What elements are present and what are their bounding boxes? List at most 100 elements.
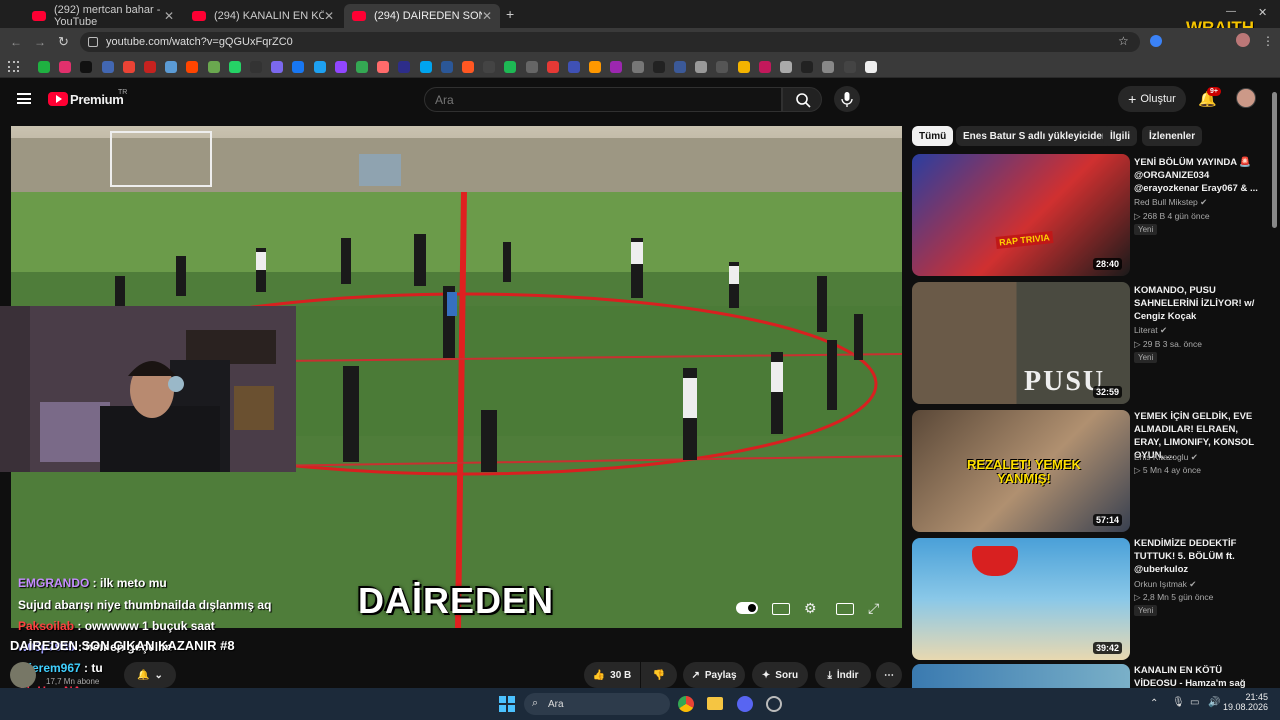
- apps-grid-icon[interactable]: [8, 61, 19, 72]
- bookmark-favicon-icon[interactable]: [758, 61, 771, 73]
- rec-title-4[interactable]: KENDİMİZE DEDEKTİF TUTTUK! 5. BÖLÜM ft. …: [1134, 537, 1262, 576]
- youtube-logo-icon[interactable]: [48, 92, 68, 106]
- bookmark-favicon-icon[interactable]: [610, 61, 623, 73]
- bookmark-favicon-icon[interactable]: [356, 61, 368, 73]
- rec-thumbnail-2[interactable]: PUSU 32:59: [912, 282, 1130, 404]
- bookmark-favicon-icon[interactable]: [38, 61, 50, 73]
- settings-gear-icon[interactable]: ⚙: [804, 600, 822, 616]
- discord-icon[interactable]: [737, 696, 753, 712]
- taskbar-clock[interactable]: 21:45 19.08.2026: [1223, 692, 1268, 712]
- like-button[interactable]: 👍 30 B: [584, 662, 640, 688]
- channel-avatar[interactable]: [10, 662, 36, 688]
- windows-start-icon[interactable]: [499, 696, 515, 712]
- bookmark-favicon-icon[interactable]: [377, 61, 390, 73]
- rec-channel-4[interactable]: Orkun Işıtmak ✔: [1134, 579, 1196, 590]
- bookmark-favicon-icon[interactable]: [313, 61, 326, 73]
- tray-chevron-up-icon[interactable]: ⌃: [1150, 698, 1158, 709]
- close-tab-icon[interactable]: ✕: [164, 9, 174, 23]
- download-button[interactable]: ⤓ İndir: [815, 662, 871, 688]
- chrome-taskbar-icon[interactable]: [678, 696, 694, 712]
- app-taskbar-icon[interactable]: [766, 696, 782, 712]
- network-icon[interactable]: ▭: [1190, 697, 1199, 708]
- bookmark-favicon-icon[interactable]: [737, 61, 750, 73]
- chip-from-uploader[interactable]: Enes Batur S adlı yükleyiciden: [956, 126, 1116, 146]
- rec-thumbnail-4[interactable]: 39:42: [912, 538, 1130, 660]
- chip-watched[interactable]: İzlenenler: [1142, 126, 1203, 146]
- fullscreen-icon[interactable]: ⤢: [868, 600, 886, 616]
- bookmark-favicon-icon[interactable]: [483, 61, 496, 73]
- bookmark-favicon-icon[interactable]: [207, 61, 220, 73]
- subscription-bell-button[interactable]: 🔔 ⌄: [124, 662, 176, 688]
- site-info-icon[interactable]: [88, 37, 98, 47]
- bookmark-favicon-icon[interactable]: [674, 61, 686, 73]
- bookmark-favicon-icon[interactable]: [80, 61, 93, 73]
- rec-thumbnail-1[interactable]: RAP TRIVIA 28:40: [912, 154, 1130, 276]
- chip-all[interactable]: Tümü: [912, 126, 954, 146]
- bookmark-favicon-icon[interactable]: [419, 61, 432, 73]
- more-actions-button[interactable]: ⋯: [876, 662, 902, 688]
- bookmark-favicon-icon[interactable]: [59, 61, 72, 73]
- bookmark-favicon-icon[interactable]: [398, 61, 411, 73]
- bookmark-favicon-icon[interactable]: [271, 61, 284, 73]
- rec-channel-2[interactable]: Literat ✔: [1134, 325, 1167, 336]
- close-tab-icon[interactable]: ✕: [482, 9, 492, 23]
- dislike-button[interactable]: 👎: [641, 662, 677, 688]
- window-close-button[interactable]: ✕: [1258, 6, 1267, 19]
- hamburger-menu-icon[interactable]: [17, 93, 31, 104]
- bookmark-favicon-icon[interactable]: [843, 61, 856, 73]
- bookmark-favicon-icon[interactable]: [822, 61, 835, 73]
- bookmark-favicon-icon[interactable]: [504, 61, 517, 73]
- bookmark-favicon-icon[interactable]: [250, 61, 262, 73]
- bookmark-favicon-icon[interactable]: [568, 61, 580, 73]
- browser-tab-1[interactable]: (292) mertcan bahar - YouTube ✕: [24, 4, 182, 28]
- address-bar[interactable]: youtube.com/watch?v=gQGUxFqrZC0: [80, 32, 1140, 52]
- theater-mode-icon[interactable]: [836, 603, 854, 615]
- ask-button[interactable]: ✦ Soru: [752, 662, 808, 688]
- bookmark-favicon-icon[interactable]: [652, 61, 665, 73]
- bookmark-favicon-icon[interactable]: [292, 61, 305, 73]
- file-explorer-icon[interactable]: [707, 697, 723, 710]
- search-button[interactable]: [782, 87, 822, 112]
- account-avatar[interactable]: [1236, 88, 1256, 108]
- bookmark-favicon-icon[interactable]: [695, 61, 708, 73]
- bookmark-star-icon[interactable]: ☆: [1118, 34, 1129, 48]
- youtube-premium-logo[interactable]: Premium: [70, 92, 124, 107]
- back-arrow-icon[interactable]: ←: [10, 35, 22, 49]
- bookmark-favicon-icon[interactable]: [462, 61, 474, 73]
- bookmark-favicon-icon[interactable]: [122, 61, 135, 73]
- taskbar-search-box[interactable]: Ara: [524, 693, 670, 715]
- bookmark-favicon-icon[interactable]: [440, 61, 453, 73]
- bookmark-favicon-icon[interactable]: [589, 61, 602, 73]
- rec-channel-3[interactable]: Enis Kirazoglu ✔: [1134, 452, 1198, 463]
- bookmark-favicon-icon[interactable]: [101, 61, 114, 73]
- extension-icon[interactable]: [1150, 35, 1162, 47]
- profile-avatar[interactable]: [1236, 33, 1250, 47]
- browser-tab-2[interactable]: (294) KANALIN EN KÖTÜ VİDEO✕: [184, 4, 342, 28]
- bookmark-favicon-icon[interactable]: [228, 61, 241, 73]
- browser-menu-icon[interactable]: ⋮: [1262, 34, 1274, 48]
- reload-icon[interactable]: ↻: [58, 34, 69, 50]
- rec-channel-1[interactable]: Red Bull Mikstep ✔: [1134, 197, 1207, 208]
- close-tab-icon[interactable]: ✕: [324, 9, 334, 23]
- chip-related[interactable]: İlgili: [1103, 126, 1137, 146]
- bookmark-favicon-icon[interactable]: [716, 61, 729, 73]
- create-button[interactable]: + Oluştur: [1118, 86, 1186, 112]
- subtitles-icon[interactable]: [772, 603, 790, 615]
- bookmark-favicon-icon[interactable]: [144, 61, 156, 73]
- rec-title-2[interactable]: KOMANDO, PUSU SAHNELERİNİ İZLİYOR! w/ Ce…: [1134, 284, 1262, 323]
- rec-thumbnail-3[interactable]: REZALET! YEMEK YANMIŞ! 57:14: [912, 410, 1130, 532]
- bookmark-favicon-icon[interactable]: [801, 61, 814, 73]
- bookmark-favicon-icon[interactable]: [546, 61, 559, 73]
- autoplay-toggle[interactable]: [736, 602, 758, 614]
- window-minimize-button[interactable]: —: [1226, 6, 1236, 17]
- forward-arrow-icon[interactable]: →: [34, 35, 46, 49]
- bookmark-favicon-icon[interactable]: [780, 61, 792, 73]
- microphone-tray-icon[interactable]: 🎙: [1172, 697, 1185, 708]
- bookmark-favicon-icon[interactable]: [186, 61, 199, 73]
- rec-thumbnail-5[interactable]: [912, 664, 1130, 688]
- page-scrollbar[interactable]: [1272, 92, 1277, 228]
- bookmark-favicon-icon[interactable]: [334, 61, 347, 73]
- bookmark-favicon-icon[interactable]: [864, 61, 877, 73]
- bookmark-favicon-icon[interactable]: [165, 61, 178, 73]
- rec-title-1[interactable]: YENİ BÖLÜM YAYINDA 🚨 @ORGANIZE034 @erayo…: [1134, 156, 1262, 195]
